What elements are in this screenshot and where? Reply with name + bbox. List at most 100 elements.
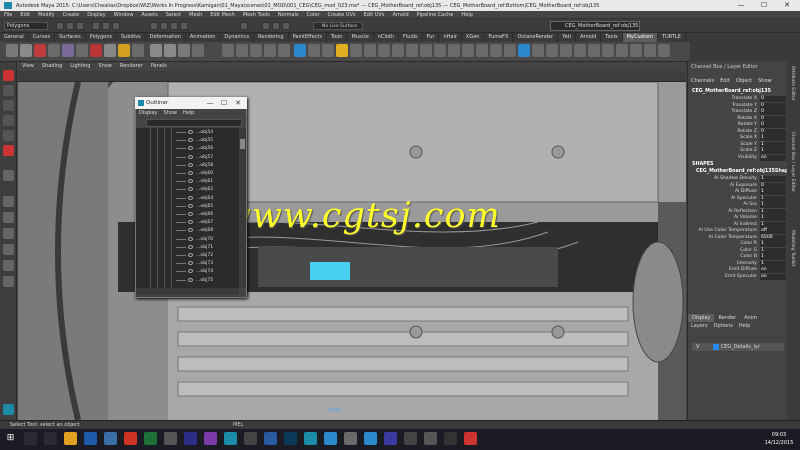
maya-taskbar-icon[interactable] (304, 432, 317, 445)
channel-attr-row[interactable]: Ai Exposure 0 (688, 182, 786, 189)
app-icon[interactable] (364, 432, 377, 445)
edge-icon[interactable] (84, 432, 97, 445)
outliner-item[interactable]: ...obj70 (140, 236, 238, 243)
shelf-tool-icon[interactable] (532, 44, 544, 57)
channel-box-side-tab[interactable]: Channel Box / Layer Editor (790, 132, 795, 192)
app-icon[interactable] (444, 432, 457, 445)
channel-menu-edit[interactable]: Edit (717, 78, 733, 84)
shelf-tab-ncloth[interactable]: nCloth (374, 33, 400, 42)
outliner-minimize-button[interactable]: — (203, 97, 217, 109)
channel-attr-value[interactable]: 0 (760, 102, 786, 109)
layer-tab-display[interactable]: Display (688, 314, 715, 322)
select-component-icon[interactable] (112, 22, 120, 30)
shelf-tool-icon[interactable] (560, 44, 572, 57)
menu-item-help[interactable]: Help (457, 11, 476, 18)
shelf-tool-icon[interactable] (448, 44, 460, 57)
menu-set-dropdown[interactable]: Polygons (4, 22, 48, 30)
channel-attr-value[interactable]: 0 (760, 122, 786, 128)
outliner-item[interactable]: ...obj56 (140, 145, 238, 152)
menu-item-assets[interactable]: Assets (137, 11, 161, 18)
shelf-tab-painteffects[interactable]: PaintEffects (289, 33, 327, 42)
shelf-tab-yeti[interactable]: Yeti (558, 33, 577, 42)
channel-attr-value[interactable]: 0 (760, 109, 786, 115)
shelf-tool-icon[interactable] (476, 44, 488, 57)
channel-attr-row[interactable]: Color R1 (688, 241, 786, 247)
app-icon[interactable] (464, 432, 477, 445)
shelf-cube-icon[interactable] (6, 44, 18, 57)
menu-item-normals[interactable]: Normals (274, 11, 303, 18)
shelf-tab-muscle[interactable]: Muscle (347, 33, 374, 42)
menu-item-select[interactable]: Select (162, 11, 185, 18)
shelf-tool-icon[interactable] (34, 44, 46, 57)
shelf-tab-subdivs[interactable]: Subdivs (117, 33, 146, 42)
shelf-tool-icon[interactable] (164, 44, 176, 57)
outliner-item[interactable]: ...obj71 (140, 244, 238, 251)
rotate-tool-icon[interactable] (3, 130, 14, 141)
history-icon[interactable] (240, 22, 248, 30)
channel-attr-row[interactable]: Translate X0 (688, 96, 786, 102)
channel-attr-row[interactable]: Ai Reflection 1 (688, 208, 786, 215)
app-icon[interactable] (344, 432, 357, 445)
menu-item-edit-mesh[interactable]: Edit Mesh (206, 11, 238, 18)
app-icon[interactable] (204, 432, 217, 445)
app-icon[interactable] (184, 432, 197, 445)
menu-item-mesh-tools[interactable]: Mesh Tools (239, 11, 274, 18)
outliner-item[interactable]: ...obj61 (140, 178, 238, 185)
outliner-item[interactable]: ...obj73 (140, 260, 238, 267)
new-scene-icon[interactable] (56, 22, 64, 30)
outliner-search-field[interactable] (146, 119, 242, 127)
shelf-tool-icon[interactable] (150, 44, 162, 57)
channel-menu-show[interactable]: Show (755, 78, 775, 84)
menu-item-arnold[interactable]: Arnold (388, 11, 412, 18)
channel-attr-value[interactable]: 1 (760, 221, 786, 228)
channel-attr-row[interactable]: Ai Sss 1 (688, 202, 786, 208)
viewport-menu-shading[interactable]: Shading (38, 62, 66, 70)
select-tool-icon[interactable] (3, 70, 14, 81)
shelf-tab-fluids[interactable]: Fluids (399, 33, 423, 42)
app-icon[interactable] (264, 432, 277, 445)
shelf-tool-icon[interactable] (76, 44, 88, 57)
shelf-tool-icon[interactable] (434, 44, 446, 57)
channel-attr-row[interactable]: Ai Indirect 1 (688, 221, 786, 228)
outliner-maximize-button[interactable]: ☐ (217, 97, 231, 109)
shelf-tool-icon[interactable] (322, 44, 334, 57)
snap-point-icon[interactable] (170, 22, 178, 30)
shelf-tab-mycustom[interactable]: MyCustom (622, 33, 659, 42)
select-hierarchy-icon[interactable] (92, 22, 100, 30)
render-frame-icon[interactable] (262, 22, 270, 30)
outliner-menu-help[interactable]: Help (180, 110, 197, 116)
shelf-fb-icon[interactable] (222, 44, 234, 57)
outliner-item[interactable]: ...obj58 (140, 162, 238, 169)
channel-attr-value[interactable]: 1 (760, 135, 786, 141)
search-icon[interactable] (24, 432, 37, 445)
shelf-tool-icon[interactable] (336, 44, 348, 57)
channel-attr-row[interactable]: Translate Z0 (688, 109, 786, 115)
channel-attr-value[interactable]: 1 (760, 241, 786, 247)
modeling-toolkit-tab[interactable]: Modeling Toolkit (790, 230, 795, 266)
channel-box-tab[interactable]: Channel Box / Layer Editor (688, 64, 761, 70)
layer-tab-render[interactable]: Render (714, 314, 740, 322)
channel-attr-value[interactable]: 1 (760, 208, 786, 215)
channel-attr-row[interactable]: Scale Y1 (688, 141, 786, 148)
outliner-scrollbar[interactable] (239, 128, 246, 288)
channel-attr-row[interactable]: Ai Diffuse 1 (688, 189, 786, 195)
channel-menu-channels[interactable]: Channels (688, 78, 717, 84)
channel-attr-value[interactable]: 1 (760, 195, 786, 202)
outliner-item[interactable]: ...obj60 (140, 170, 238, 177)
shelf-tool-icon[interactable] (90, 44, 102, 57)
channel-attr-row[interactable]: Rotate Y0 (688, 122, 786, 128)
shelf-tool-icon[interactable] (392, 44, 404, 57)
task-view-icon[interactable] (44, 432, 57, 445)
shelf-tool-icon[interactable] (350, 44, 362, 57)
channel-attr-value[interactable]: 0 (760, 96, 786, 102)
outliner-item[interactable]: ...obj55 (140, 137, 238, 144)
viewport-menu-lighting[interactable]: Lighting (66, 62, 94, 70)
menu-item-color[interactable]: Color (303, 11, 324, 18)
app-icon[interactable] (324, 432, 337, 445)
channel-attr-row[interactable]: Rotate X0 (688, 115, 786, 122)
app-icon[interactable] (244, 432, 257, 445)
shelf-tool-icon[interactable] (658, 44, 670, 57)
channel-attr-value[interactable]: 1 (760, 189, 786, 195)
channel-attr-row[interactable]: Scale Z1 (688, 148, 786, 154)
channel-attr-row[interactable]: Color G1 (688, 247, 786, 254)
